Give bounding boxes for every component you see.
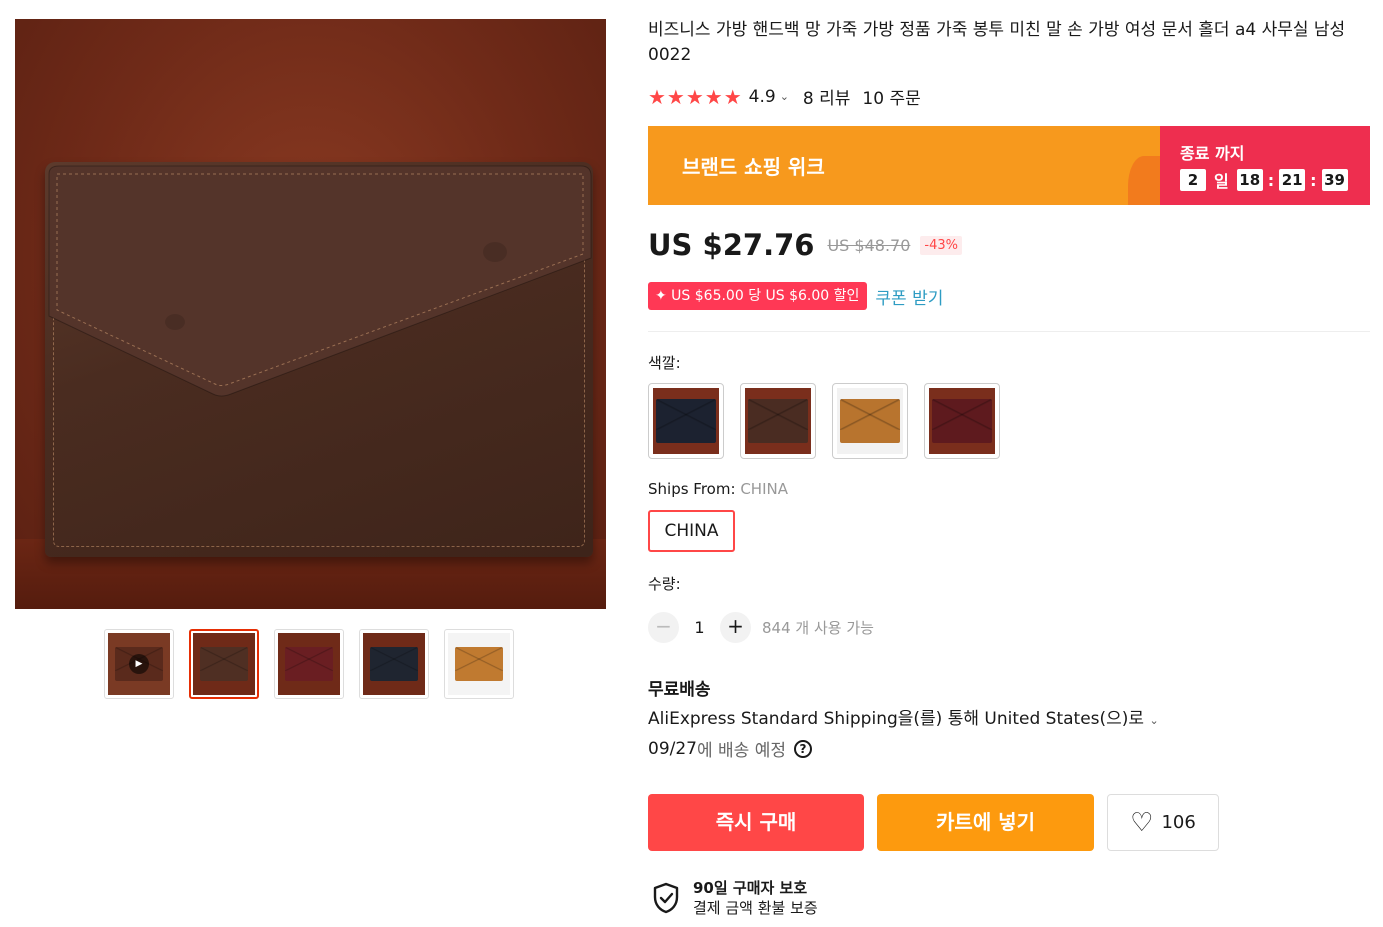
rating-score[interactable]: 4.9 [749,87,776,107]
heart-icon: ♡ [1130,807,1154,838]
order-count: 10 주문 [862,89,921,109]
thumbnail-brown[interactable] [189,629,259,699]
buyer-protection-subtitle: 결제 금액 환불 보증 [693,899,818,917]
star-rating-icon: ★★★★★ [648,84,743,109]
free-shipping-label: 무료배송 [648,680,711,700]
countdown-values: 2 일 18 : 21 : 39 [1180,168,1370,192]
chevron-down-icon[interactable]: ⌄ [780,90,789,103]
color-swatch-tan[interactable] [832,383,908,459]
countdown-separator: : [1267,170,1275,190]
ships-from-option-china[interactable]: CHINA [648,510,735,552]
countdown-days-unit: 일 [1214,172,1229,191]
buyer-protection-title: 90일 구매자 보호 [693,879,808,897]
thumbnail-image [455,647,503,681]
buyer-protection-text: 90일 구매자 보호 결제 금액 환불 보증 [693,878,818,918]
coupon-tag[interactable]: ✦ US $65.00 당 US $6.00 할인 [648,282,868,310]
buyer-protection: 90일 구매자 보호 결제 금액 환불 보증 [652,878,818,918]
review-count-link[interactable]: 8 리뷰 [803,84,851,109]
ships-from-title: Ships From: [648,480,736,498]
shipping-method[interactable]: AliExpress Standard Shipping을(를) 통해 Unit… [648,704,1159,729]
play-icon: ▶ [129,654,149,674]
delivery-suffix: 에 배송 예정 [697,741,787,761]
thumbnail-image [285,647,333,681]
thumbnail-image [370,647,418,681]
wishlist-count: 106 [1161,812,1196,833]
swatch-image [840,399,900,443]
color-label: 색깔: [648,354,681,372]
product-info-panel: 비즈니스 가방 핸드백 망 가죽 가방 정품 가죽 봉투 미친 말 손 가방 여… [648,18,1370,917]
quantity-increase-button[interactable]: + [720,612,751,643]
promo-banner: 브랜드 쇼핑 위크 종료 까지 2 일 18 : 21 : 39 [648,126,1370,205]
color-swatch-navy[interactable] [648,383,724,459]
swatch-image [656,399,716,443]
rating-row: ★★★★★ 4.9 ⌄ 8 리뷰 10 주문 [648,84,921,110]
countdown-separator: : [1310,170,1317,190]
quantity-stepper: − 1 + 844 개 사용 가능 [648,612,874,643]
ships-from-label: Ships From: CHINA [648,480,788,498]
thumbnail-tan[interactable] [444,629,514,699]
main-product-image[interactable] [15,19,606,609]
action-buttons: 즉시 구매 카트에 넣기 ♡ 106 [648,794,1219,851]
section-divider [648,331,1370,332]
countdown-timer: 종료 까지 2 일 18 : 21 : 39 [1160,126,1370,205]
delivery-estimate: 09/27 에 배송 예정 ? [648,736,813,761]
wishlist-button[interactable]: ♡ 106 [1107,794,1219,851]
thumbnail-navy[interactable] [359,629,429,699]
promo-decoration [1128,156,1160,205]
shield-check-icon [653,882,679,914]
product-title: 비즈니스 가방 핸드백 망 가죽 가방 정품 가죽 봉투 미친 말 손 가방 여… [648,20,1346,65]
thumbnail-image [200,647,248,681]
countdown-days: 2 [1180,169,1206,191]
price-row: US $27.76 US $48.70 -43% [648,228,962,262]
buy-now-button[interactable]: 즉시 구매 [648,794,864,851]
add-to-cart-button[interactable]: 카트에 넣기 [877,794,1094,851]
countdown-seconds: 39 [1321,169,1348,191]
swatch-image [748,399,808,443]
available-stock: 844 개 사용 가능 [762,619,874,637]
discount-badge: -43% [920,235,962,255]
envelope-flap [48,165,592,397]
quantity-label: 수량: [648,575,681,593]
delivery-date: 09/27 [648,738,697,759]
ships-from-value: CHINA [740,480,788,498]
countdown-label: 종료 까지 [1180,144,1245,163]
help-icon[interactable]: ? [794,739,813,758]
color-swatch-brown[interactable] [740,383,816,459]
color-swatches [648,383,1000,459]
chevron-down-icon[interactable]: ⌄ [1149,714,1158,727]
color-swatch-wine[interactable] [924,383,1000,459]
countdown-minutes: 21 [1279,169,1306,191]
original-price: US $48.70 [827,235,911,255]
shipping-method-text: AliExpress Standard Shipping을(를) 통해 Unit… [648,709,1145,729]
thumbnail-strip: ▶ [104,629,514,700]
swatch-image [932,399,992,443]
quantity-decrease-button[interactable]: − [648,612,679,643]
countdown-hours: 18 [1236,169,1263,191]
current-price: US $27.76 [648,228,815,262]
quantity-input[interactable]: 1 [679,618,720,637]
promo-brand-week: 브랜드 쇼핑 위크 [648,126,1160,205]
thumbnail-wine[interactable] [274,629,344,699]
thumbnail-video[interactable]: ▶ [104,629,174,699]
product-envelope-illustration [45,162,593,557]
promo-label: 브랜드 쇼핑 위크 [682,155,825,179]
coupon-row: ✦ US $65.00 당 US $6.00 할인 쿠폰 받기 [648,282,943,310]
get-coupon-link[interactable]: 쿠폰 받기 [875,284,943,309]
